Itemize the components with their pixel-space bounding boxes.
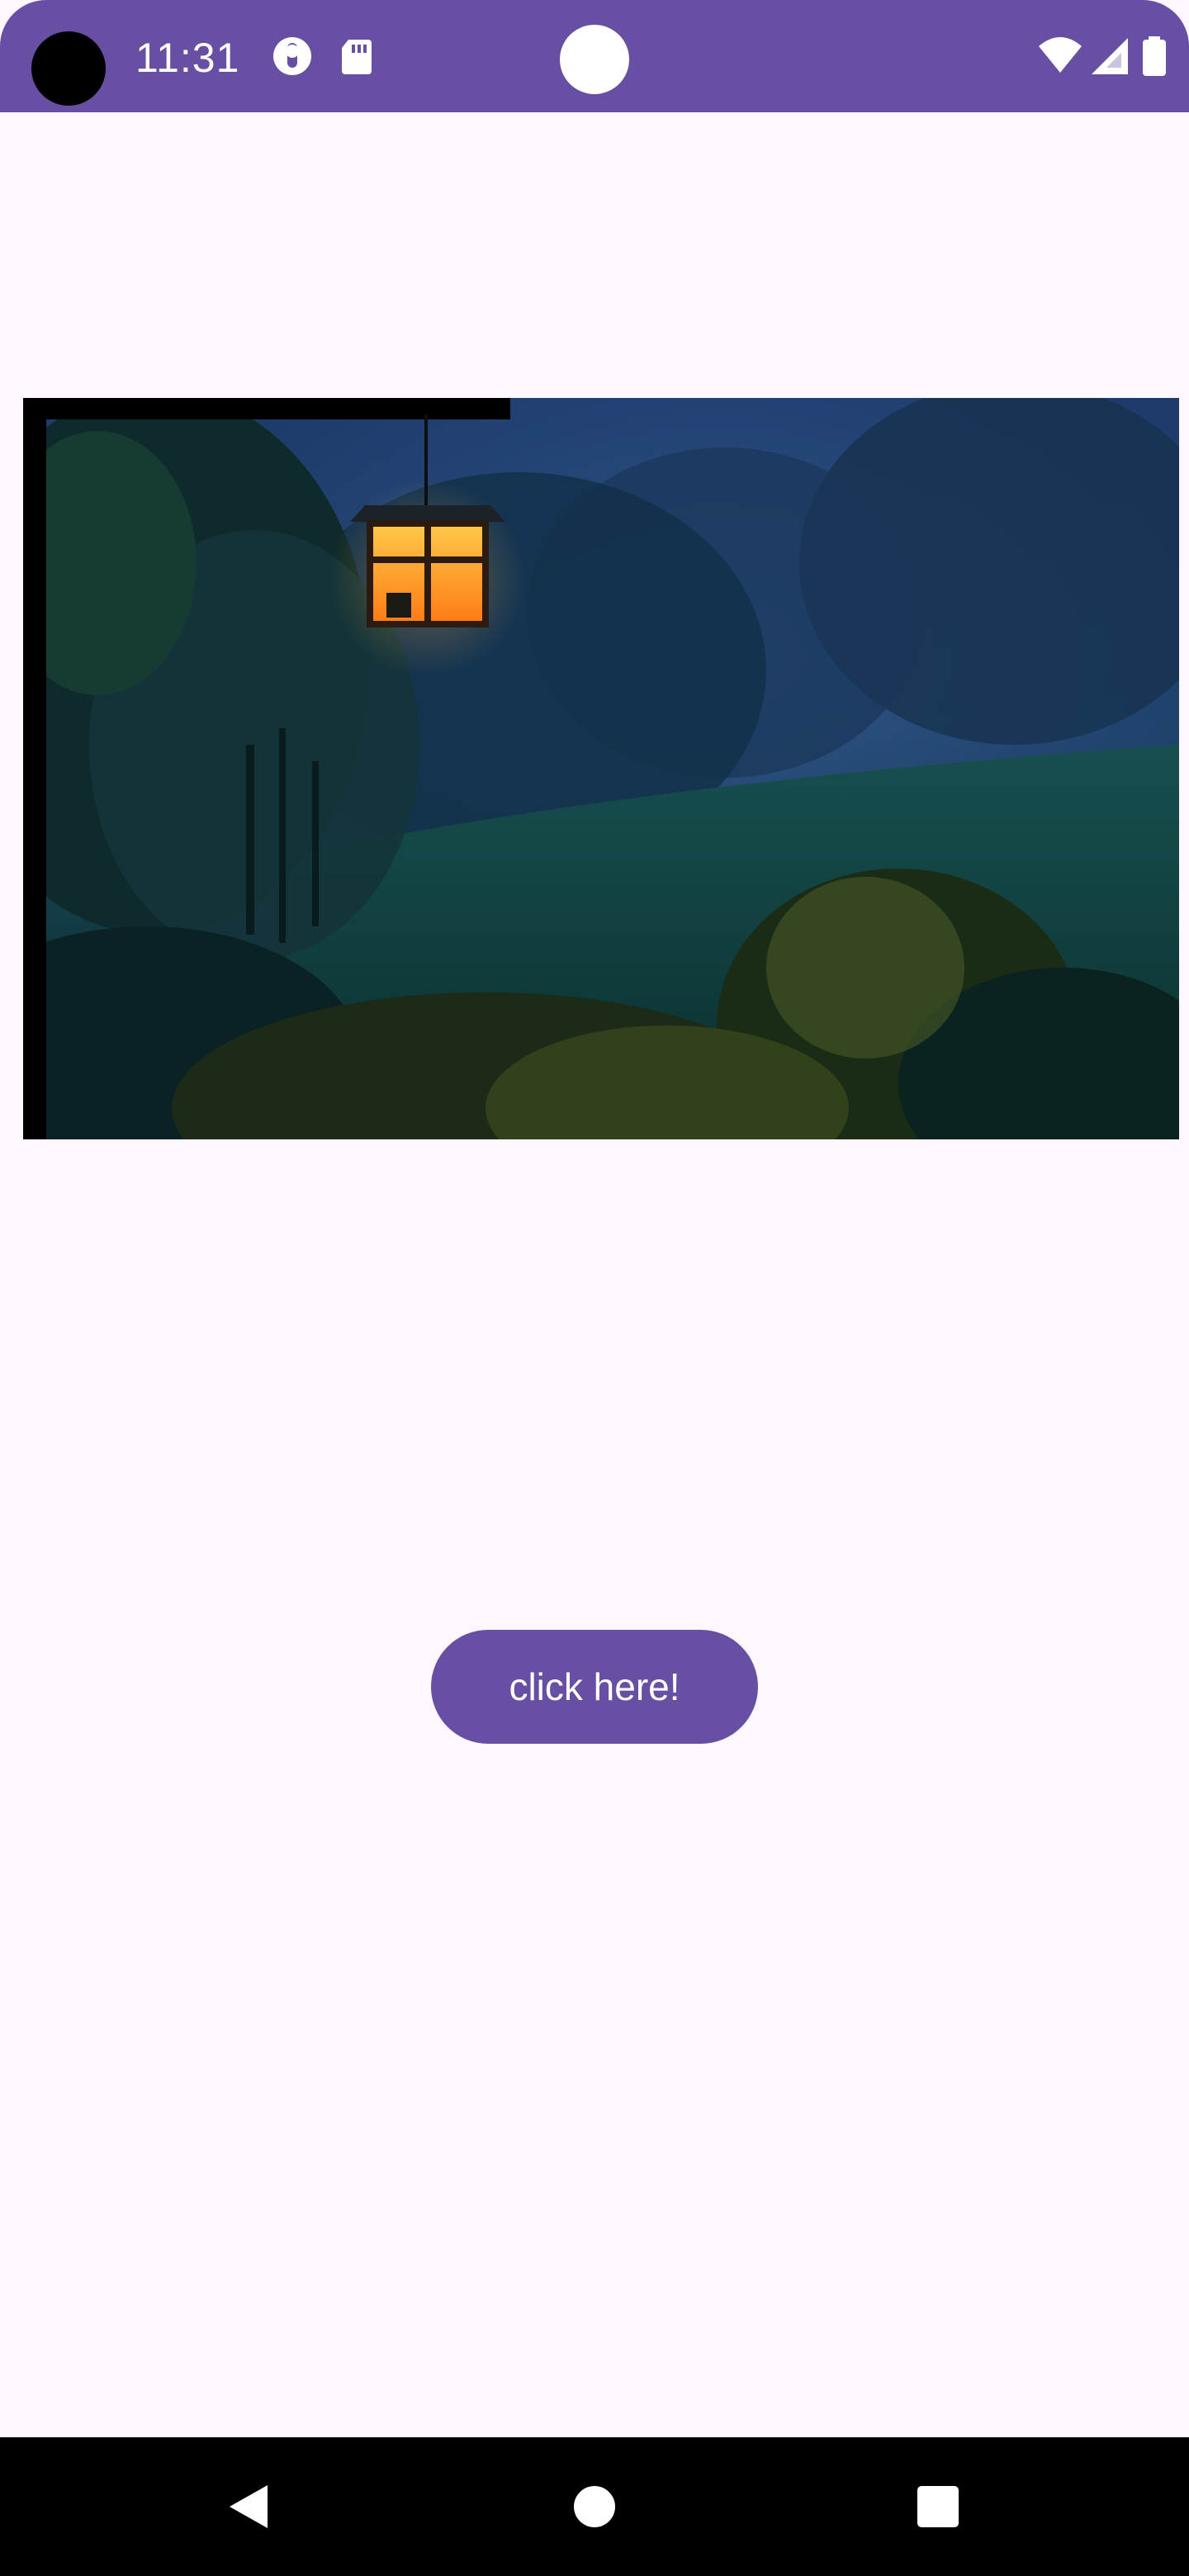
status-bar: 11:31 — [0, 0, 1189, 112]
front-sensor — [560, 25, 629, 94]
back-button[interactable] — [183, 2437, 315, 2576]
navigation-bar — [0, 2437, 1189, 2576]
camera-cutout — [31, 31, 106, 106]
back-icon — [230, 2485, 268, 2528]
status-time: 11:31 — [135, 35, 240, 81]
cellular-signal-icon — [1088, 35, 1131, 78]
home-button[interactable] — [528, 2437, 661, 2576]
home-icon — [574, 2486, 615, 2527]
click-here-button[interactable]: click here! — [431, 1630, 758, 1744]
lantern-night-garden-image — [23, 398, 1179, 1139]
battery-icon — [1139, 35, 1169, 78]
sd-card-icon — [335, 35, 378, 78]
recents-button[interactable] — [872, 2437, 1004, 2576]
assistant-icon — [271, 35, 314, 78]
wifi-icon — [1037, 35, 1083, 78]
recents-icon — [917, 2486, 959, 2527]
